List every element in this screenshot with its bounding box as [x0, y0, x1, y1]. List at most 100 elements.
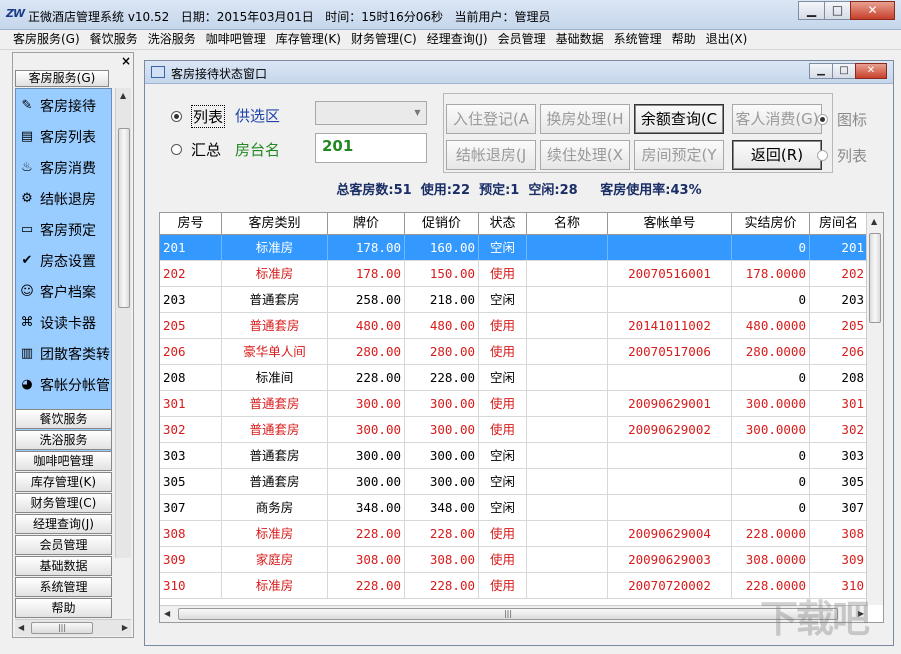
cell-list-price: 348.00: [328, 495, 405, 520]
maximize-button[interactable]: □: [824, 1, 851, 20]
sidebar-button-bath[interactable]: 洗浴服务: [15, 430, 112, 450]
menu-help[interactable]: 帮助: [667, 30, 701, 49]
cell-room-type: 标准房: [222, 235, 328, 260]
sidebar-hscrollbar[interactable]: ◀ ||| ▶: [15, 619, 131, 636]
menu-room-service[interactable]: 客房服务(G): [8, 30, 85, 49]
view-icon-radio[interactable]: 图标: [817, 109, 867, 130]
radio-list[interactable]: 列表: [171, 105, 226, 128]
child-close-button[interactable]: ✕: [855, 63, 887, 79]
col-room-name[interactable]: 房间名: [810, 213, 868, 234]
child-minimize-button[interactable]: ▁: [809, 63, 833, 79]
sidebar-button-manager-query[interactable]: 经理查询(J): [15, 514, 112, 534]
table-row[interactable]: 303 普通套房 300.00 300.00 空闲 0 303: [160, 443, 868, 469]
extend-stay-button[interactable]: 续住处理(X: [540, 140, 630, 170]
col-status[interactable]: 状态: [479, 213, 527, 234]
table-row[interactable]: 309 家庭房 308.00 308.00 使用 20090629003 308.0000 3…: [160, 547, 868, 573]
child-maximize-button[interactable]: □: [832, 63, 856, 79]
col-actual-price[interactable]: 实结房价: [732, 213, 810, 234]
filter-combo[interactable]: ▼: [315, 101, 427, 125]
change-room-button[interactable]: 换房处理(H: [540, 104, 630, 134]
col-list-price[interactable]: 牌价: [328, 213, 405, 234]
col-room-no[interactable]: 房号: [160, 213, 222, 234]
sidebar-item-reserve[interactable]: ▭ 客房预定: [18, 215, 114, 245]
sidebar-item-split-account[interactable]: ◕ 客帐分帐管: [18, 370, 114, 400]
sidebar-scrollbar[interactable]: ▲: [115, 88, 131, 558]
menu-finance[interactable]: 财务管理(C): [346, 30, 422, 49]
room-name-input[interactable]: 201: [315, 133, 427, 163]
guest-consume-button[interactable]: 客人消费(G): [732, 104, 822, 134]
menu-manager-query[interactable]: 经理查询(J): [422, 30, 493, 49]
radio-summary-label: 汇总: [191, 141, 222, 159]
table-row[interactable]: 302 普通套房 300.00 300.00 使用 20090629002 300.0000…: [160, 417, 868, 443]
cell-room-type: 商务房: [222, 495, 328, 520]
balance-query-button[interactable]: 余额查询(C: [634, 104, 724, 134]
table-vscrollbar[interactable]: ▲: [866, 213, 883, 605]
menu-base-data[interactable]: 基础数据: [551, 30, 609, 49]
app-logo-icon: ZW: [6, 7, 25, 20]
sidebar-item-room-status[interactable]: ✔ 房态设置: [18, 246, 114, 276]
table-row[interactable]: 206 豪华单人间 280.00 280.00 使用 20070517006 280.000…: [160, 339, 868, 365]
child-window-title: 客房接待状态窗口: [171, 67, 268, 81]
chevron-down-icon[interactable]: ▼: [409, 102, 426, 124]
close-button[interactable]: ✕: [850, 1, 895, 20]
menu-dining[interactable]: 餐饮服务: [85, 30, 143, 49]
sidebar-button-base-data[interactable]: 基础数据: [15, 556, 112, 576]
table-hscroll-thumb[interactable]: |||: [178, 608, 838, 620]
sidebar-item-checkout[interactable]: ⚙ 结帐退房: [18, 184, 114, 214]
table-vscroll-thumb[interactable]: [869, 233, 881, 323]
scroll-up-icon[interactable]: ▲: [120, 91, 126, 100]
sidebar-button-member[interactable]: 会员管理: [15, 535, 112, 555]
sidebar-item-checkin[interactable]: ✎ 客房接待: [18, 91, 114, 121]
menu-bath[interactable]: 洗浴服务: [143, 30, 201, 49]
sidebar-hscroll-thumb[interactable]: |||: [31, 622, 93, 634]
menu-cafe[interactable]: 咖啡吧管理: [201, 30, 271, 49]
menu-member[interactable]: 会员管理: [493, 30, 551, 49]
sidebar-button-help[interactable]: 帮助: [15, 598, 112, 618]
scroll-left-icon[interactable]: ◀: [18, 623, 24, 632]
cell-room-type: 普通套房: [222, 391, 328, 416]
minimize-button[interactable]: ▁: [798, 1, 825, 20]
back-button[interactable]: 返回(R): [732, 140, 822, 170]
table-row[interactable]: 307 商务房 348.00 348.00 空闲 0 307: [160, 495, 868, 521]
sidebar-item-group[interactable]: ▥ 团散客类转: [18, 339, 114, 369]
sidebar-button-dining[interactable]: 餐饮服务: [15, 409, 112, 429]
menu-system[interactable]: 系统管理: [609, 30, 667, 49]
cell-status: 使用: [479, 391, 527, 416]
sidebar-close-icon[interactable]: ×: [121, 54, 131, 68]
col-bill-no[interactable]: 客帐单号: [608, 213, 732, 234]
room-reserve-button[interactable]: 房间预定(Y: [634, 140, 724, 170]
scroll-left-icon[interactable]: ◀: [164, 609, 170, 618]
sidebar-button-cafe[interactable]: 咖啡吧管理: [15, 451, 112, 471]
table-row[interactable]: 205 普通套房 480.00 480.00 使用 20141011002 480.0000…: [160, 313, 868, 339]
view-list-radio[interactable]: 列表: [817, 145, 867, 166]
col-room-type[interactable]: 客房类别: [222, 213, 328, 234]
menu-exit[interactable]: 退出(X): [701, 30, 753, 49]
sidebar-item-card-reader[interactable]: ⌘ 设读卡器: [18, 308, 114, 338]
col-promo-price[interactable]: 促销价: [405, 213, 479, 234]
sidebar-scroll-thumb[interactable]: [118, 128, 130, 308]
table-row[interactable]: 301 普通套房 300.00 300.00 使用 20090629001 300.0000…: [160, 391, 868, 417]
checkin-button[interactable]: 入住登记(A: [446, 104, 536, 134]
table-row[interactable]: 305 普通套房 300.00 300.00 空闲 0 305: [160, 469, 868, 495]
radio-summary[interactable]: 汇总: [171, 139, 221, 160]
cell-bill-no: [608, 287, 732, 312]
menu-inventory[interactable]: 库存管理(K): [271, 30, 346, 49]
table-row[interactable]: 208 标准间 228.00 228.00 空闲 0 208: [160, 365, 868, 391]
sidebar-item-room-list[interactable]: ▤ 客房列表: [18, 122, 114, 152]
sidebar-item-consume[interactable]: ♨ 客房消费: [18, 153, 114, 183]
sidebar-button-system[interactable]: 系统管理: [15, 577, 112, 597]
col-name[interactable]: 名称: [527, 213, 608, 234]
table-row[interactable]: 308 标准房 228.00 228.00 使用 20090629004 228.0000 3…: [160, 521, 868, 547]
table-row[interactable]: 201 标准房 178.00 160.00 空闲 0 201: [160, 235, 868, 261]
window-controls: ▁ □ ✕: [798, 1, 895, 20]
sidebar-item-customer[interactable]: ☺ 客户档案: [18, 277, 114, 307]
table-row[interactable]: 203 普通套房 258.00 218.00 空闲 0 203: [160, 287, 868, 313]
scroll-right-icon[interactable]: ▶: [122, 623, 128, 632]
cell-room-no: 309: [160, 547, 222, 572]
sidebar-button-inventory[interactable]: 库存管理(K): [15, 472, 112, 492]
scroll-up-icon[interactable]: ▲: [871, 217, 877, 226]
checkout-button[interactable]: 结帐退房(J: [446, 140, 536, 170]
table-row[interactable]: 202 标准房 178.00 150.00 使用 20070516001 178.0000 2…: [160, 261, 868, 287]
sidebar-button-finance[interactable]: 财务管理(C): [15, 493, 112, 513]
sidebar-header-room-service[interactable]: 客房服务(G): [15, 70, 109, 87]
